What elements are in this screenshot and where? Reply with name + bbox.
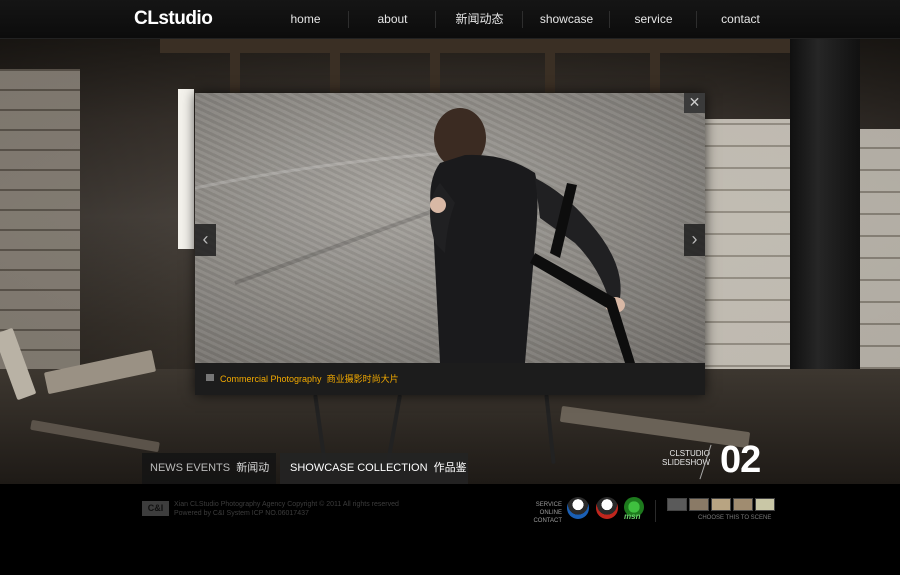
nav-contact[interactable]: contact: [697, 0, 784, 38]
service-online: SERVICE ONLINE CONTACT: [512, 501, 562, 525]
tab-label-en: SHOWCASE COLLECTION: [290, 462, 428, 474]
nav-service[interactable]: service: [610, 0, 697, 38]
caption-chinese: 商业摄影时尚大片: [326, 374, 399, 384]
scene-thumbnail[interactable]: [667, 498, 687, 511]
prev-arrow-icon[interactable]: ‹: [195, 224, 216, 256]
footer: C&I Xian CLStudio Photography Agency Cop…: [0, 485, 900, 575]
slideshow-label: CLSTUDIO SLIDESHOW: [658, 449, 710, 467]
service-line2: CONTACT: [533, 518, 562, 524]
nav-showcase[interactable]: showcase: [523, 0, 610, 38]
qq-icon[interactable]: [567, 497, 589, 519]
ceiling-beam: [160, 39, 800, 53]
slideshow-label-line2: SLIDESHOW: [661, 458, 710, 467]
nav-label: about: [377, 12, 408, 26]
caption-bar: Commercial Photography 商业摄影时尚大片: [195, 363, 705, 395]
copyright-line1: Xian CLStudio Photography Agency Copyrig…: [174, 501, 399, 508]
nav-label: contact: [721, 12, 760, 26]
service-line1: SERVICE ONLINE: [535, 502, 562, 516]
scene-thumbnail[interactable]: [689, 498, 709, 511]
main-nav: home about 新闻动态 showcase service contact: [262, 0, 784, 38]
footer-logo: C&I: [142, 501, 169, 516]
copyright-line2: Powered by C&I System ICP NO.06017437: [174, 510, 309, 517]
header: CLstudio home about 新闻动态 showcase servic…: [0, 0, 900, 39]
tab-news-events[interactable]: NEWS EVENTS 新闻动态▲: [142, 453, 276, 505]
brick-wall-far-right: [860, 129, 900, 389]
window-light: [178, 89, 194, 249]
tab-label-en: NEWS EVENTS: [150, 462, 231, 474]
nav-label: home: [290, 12, 321, 26]
caption-english: Commercial Photography: [220, 374, 322, 384]
nav-home[interactable]: home: [262, 0, 349, 38]
scene-thumbnail[interactable]: [711, 498, 731, 511]
ceiling-beam: [650, 39, 660, 94]
photo-lightbox: Commercial Photography 商业摄影时尚大片: [195, 93, 705, 395]
ceiling-beam: [430, 39, 440, 94]
ceiling-beam: [230, 39, 240, 99]
next-arrow-icon[interactable]: ›: [684, 224, 705, 256]
nav-about[interactable]: about: [349, 0, 436, 38]
msn-label: msn: [624, 512, 641, 521]
ceiling-beam: [545, 39, 555, 94]
nav-label: 新闻动态: [455, 12, 504, 26]
divider: [655, 500, 656, 522]
slide-number: 02: [720, 439, 761, 481]
nav-news[interactable]: 新闻动态: [436, 0, 523, 38]
caption-icon: [206, 374, 214, 381]
slide-photo: [195, 93, 705, 363]
nav-label: service: [634, 12, 673, 26]
close-icon[interactable]: ✕: [684, 93, 705, 113]
site-logo[interactable]: CLstudio: [134, 8, 213, 30]
ceiling-beam: [330, 39, 340, 94]
person-silhouette: [195, 108, 635, 363]
tab-showcase-collection[interactable]: SHOWCASE COLLECTION 作品鉴赏▲: [280, 453, 468, 505]
choose-scene-label: CHOOSE THIS TO SCENE: [698, 515, 772, 521]
brick-wall-right: [705, 119, 790, 409]
scene-thumbnails: [667, 498, 775, 511]
copyright: Xian CLStudio Photography Agency Copyrig…: [174, 500, 399, 518]
scene-thumbnail[interactable]: [733, 498, 753, 511]
slide-caption: Commercial Photography 商业摄影时尚大片: [220, 372, 399, 385]
qq-icon[interactable]: [596, 497, 618, 519]
slideshow-label-line1: CLSTUDIO: [669, 449, 710, 458]
scene-thumbnail[interactable]: [755, 498, 775, 511]
nav-label: showcase: [539, 12, 594, 26]
